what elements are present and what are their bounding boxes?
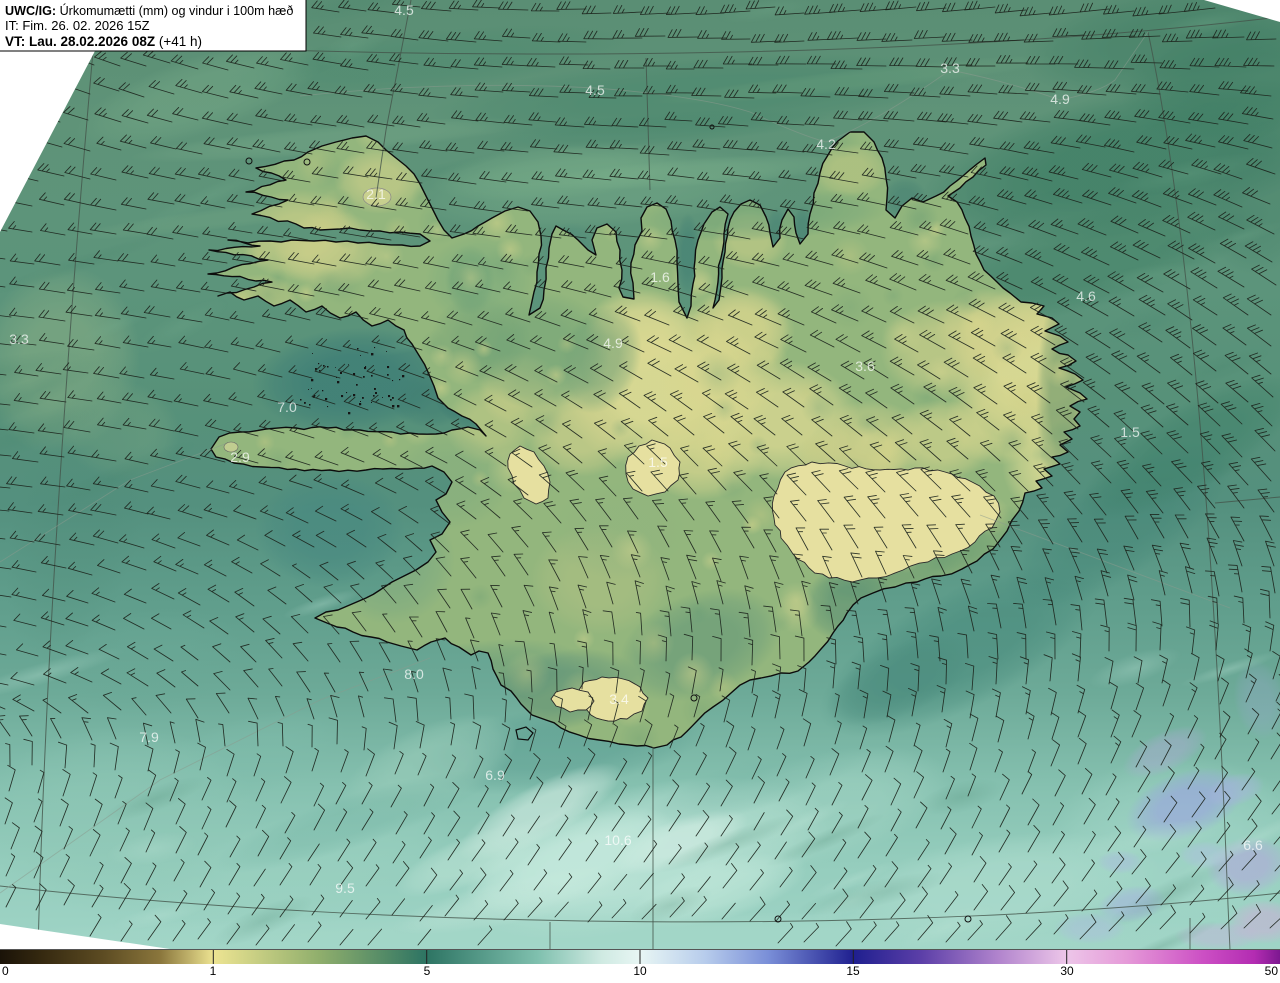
svg-text:7.9: 7.9 [139, 729, 159, 745]
svg-text:4.5: 4.5 [394, 2, 414, 18]
svg-text:4.6: 4.6 [1076, 288, 1096, 304]
svg-text:2.9: 2.9 [230, 449, 250, 465]
svg-text:1.5: 1.5 [648, 454, 668, 470]
svg-text:0: 0 [2, 964, 9, 978]
svg-text:9.5: 9.5 [335, 880, 355, 896]
svg-text:3.3: 3.3 [940, 60, 960, 76]
svg-text:50: 50 [1265, 964, 1279, 978]
svg-text:30: 30 [1060, 964, 1074, 978]
svg-text:4.5: 4.5 [585, 82, 605, 98]
svg-text:IT: Fim. 26. 02. 2026 15Z: IT: Fim. 26. 02. 2026 15Z [5, 18, 150, 33]
svg-text:6.6: 6.6 [1243, 837, 1263, 853]
svg-text:8.0: 8.0 [404, 666, 424, 682]
svg-text:3.4: 3.4 [609, 691, 629, 707]
svg-text:10: 10 [633, 964, 647, 978]
svg-text:3.3: 3.3 [9, 331, 29, 347]
svg-text:10.6: 10.6 [604, 832, 631, 848]
svg-text:4.9: 4.9 [1050, 91, 1070, 107]
svg-text:2.1: 2.1 [366, 186, 386, 202]
svg-text:1.5: 1.5 [1120, 424, 1140, 440]
svg-text:UWC/IG: Úrkomumætti (mm) og vi: UWC/IG: Úrkomumætti (mm) og vindur i 100… [5, 3, 293, 18]
svg-text:3.6: 3.6 [855, 358, 875, 374]
svg-text:4.9: 4.9 [603, 335, 623, 351]
svg-text:15: 15 [846, 964, 860, 978]
svg-text:1: 1 [210, 964, 217, 978]
svg-text:VT: Lau. 28.02.2026 08Z (+41 h: VT: Lau. 28.02.2026 08Z (+41 h) [5, 34, 202, 49]
svg-text:5: 5 [424, 964, 431, 978]
svg-text:6.9: 6.9 [485, 767, 505, 783]
svg-text:4.2: 4.2 [816, 136, 836, 152]
svg-text:7.0: 7.0 [277, 399, 297, 415]
svg-text:1.6: 1.6 [650, 269, 670, 285]
